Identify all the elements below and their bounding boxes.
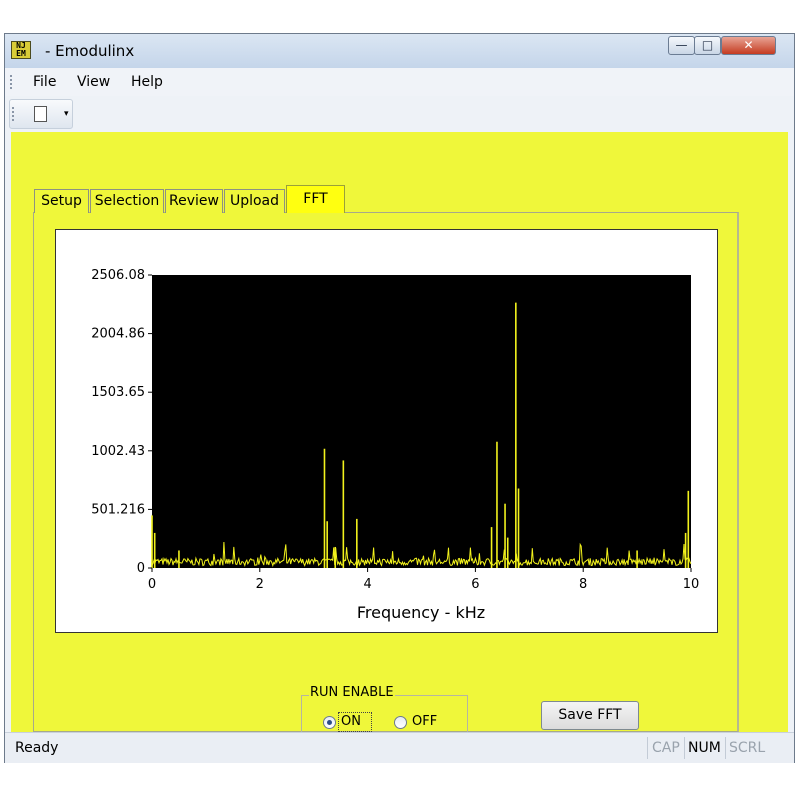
window-title: - Emodulinx <box>45 42 135 60</box>
minimize-button[interactable]: — <box>668 36 695 55</box>
tab-upload[interactable]: Upload <box>224 189 285 213</box>
tab-review[interactable]: Review <box>165 189 223 213</box>
status-scrl-indicator: SCRL <box>729 740 766 756</box>
fft-chart: 0 501.216 1002.43 1503.65 2004.86 2506.08 0 2 4… <box>91 268 699 622</box>
menu-file[interactable]: File <box>33 74 56 90</box>
radio-off[interactable] <box>394 716 407 729</box>
status-num-indicator: NUM <box>688 740 721 756</box>
y-tick-label: 0 <box>137 561 145 576</box>
close-button[interactable]: ✕ <box>721 36 776 55</box>
status-bar: Ready CAP NUM SCRL <box>5 732 794 763</box>
fft-chart-frame: 0 501.216 1002.43 1503.65 2004.86 2506.08 0 2 4… <box>55 229 718 633</box>
menu-help[interactable]: Help <box>131 74 163 90</box>
menu-view[interactable]: View <box>77 74 110 90</box>
maximize-button[interactable]: □ <box>694 36 721 55</box>
status-separator <box>684 737 685 759</box>
menu-bar: File View Help <box>5 68 794 96</box>
x-tick-label: 0 <box>148 577 156 592</box>
status-text: Ready <box>15 740 59 756</box>
x-axis-ticks: 0 2 4 6 8 10 <box>148 568 699 592</box>
tab-selection[interactable]: Selection <box>90 189 164 213</box>
run-enable-legend: RUN ENABLE <box>309 685 395 700</box>
status-separator <box>725 737 726 759</box>
tab-setup[interactable]: Setup <box>34 189 89 213</box>
toolbar: ▾ <box>5 96 794 132</box>
y-tick-label: 2004.86 <box>91 327 145 342</box>
radio-on[interactable] <box>323 716 336 729</box>
y-tick-label: 1503.65 <box>91 385 145 400</box>
app-window: NJ EM - Emodulinx — □ ✕ File View Help ▾ … <box>4 33 795 763</box>
radio-on-label[interactable]: ON <box>341 714 361 729</box>
y-tick-label: 2506.08 <box>91 268 145 283</box>
tab-fft[interactable]: FFT <box>286 185 345 213</box>
toolbar-grip-icon <box>12 107 16 121</box>
x-tick-label: 8 <box>579 577 587 592</box>
radio-off-label[interactable]: OFF <box>412 714 437 729</box>
menu-grip-icon <box>10 75 14 89</box>
app-logo-icon[interactable]: NJ EM <box>11 41 31 59</box>
x-tick-label: 10 <box>683 577 700 592</box>
x-axis-label: Frequency - kHz <box>357 603 485 622</box>
toolbar-overflow-chevron-icon[interactable]: ▾ <box>64 109 69 119</box>
new-document-icon[interactable] <box>34 106 47 122</box>
toolbar-group: ▾ <box>9 99 73 129</box>
fft-client-area: Setup Selection Review Upload FFT 0 501.2… <box>11 132 788 747</box>
plot-area <box>152 275 691 568</box>
x-tick-label: 2 <box>256 577 264 592</box>
x-tick-label: 4 <box>363 577 371 592</box>
y-tick-label: 501.216 <box>91 502 145 517</box>
x-tick-label: 6 <box>471 577 479 592</box>
y-tick-label: 1002.43 <box>91 444 145 459</box>
save-fft-button[interactable]: Save FFT <box>541 701 639 730</box>
status-separator <box>647 737 648 759</box>
y-axis-ticks: 0 501.216 1002.43 1503.65 2004.86 2506.08 <box>91 268 152 576</box>
title-bar[interactable]: NJ EM - Emodulinx — □ ✕ <box>5 34 794 68</box>
status-cap-indicator: CAP <box>652 740 680 756</box>
